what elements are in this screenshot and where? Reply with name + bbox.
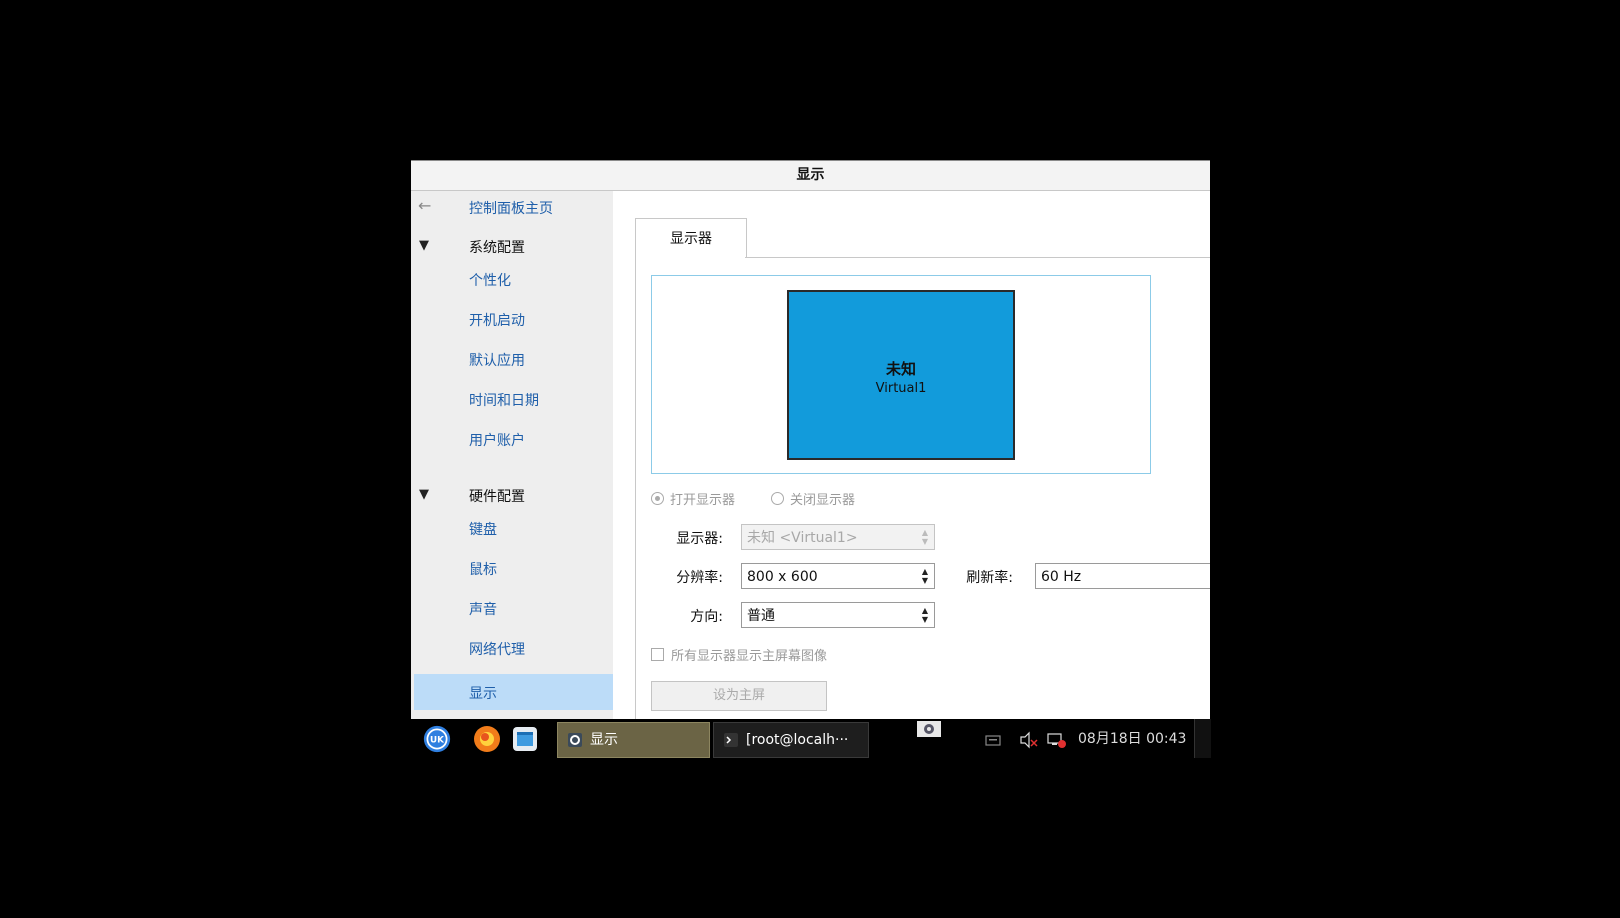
settings-tray-icon[interactable]: [917, 721, 941, 737]
window-title: 显示: [411, 161, 1210, 191]
radio-checked-icon: [651, 492, 664, 505]
sidebar: ← 控制面板主页 ▼ 系统配置 个性化 开机启动 默认应用 时间和日期 用户账户…: [411, 191, 613, 720]
monitor-block[interactable]: 未知 Virtual1: [787, 290, 1015, 460]
collapse-triangle-icon[interactable]: ▼: [419, 487, 429, 502]
task-terminal-label: [root@localh···: [746, 732, 849, 748]
refresh-rate-value: 60 Hz: [1041, 569, 1082, 585]
volume-muted-icon[interactable]: [1019, 731, 1039, 749]
sidebar-item-startup[interactable]: 开机启动: [469, 310, 525, 330]
terminal-icon: [724, 733, 738, 747]
refresh-rate-select[interactable]: 60 Hz: [1035, 563, 1210, 589]
tab-divider: [745, 257, 1210, 258]
sidebar-item-keyboard[interactable]: 键盘: [469, 519, 497, 539]
radio-monitor-on[interactable]: 打开显示器: [651, 489, 735, 508]
sidebar-category-hardware[interactable]: 硬件配置: [469, 486, 525, 506]
display-label: 显示器:: [676, 531, 723, 547]
network-disconnected-icon[interactable]: [1047, 731, 1067, 749]
display-select[interactable]: 未知 <Virtual1> ▲ ▼: [741, 524, 935, 550]
orientation-label: 方向:: [690, 609, 723, 625]
monitor-id: Virtual1: [875, 381, 927, 396]
file-manager-icon[interactable]: [511, 725, 539, 753]
show-desktop-button[interactable]: [1194, 719, 1211, 758]
spinner-arrows-icon: ▲ ▼: [921, 606, 928, 624]
monitor-name: 未知: [885, 360, 916, 378]
sidebar-item-mouse[interactable]: 鼠标: [469, 559, 497, 579]
radio-unchecked-icon: [771, 492, 784, 505]
settings-icon: [568, 733, 582, 747]
set-primary-button[interactable]: 设为主屏: [651, 681, 827, 711]
mirror-checkbox[interactable]: 所有显示器显示主屏幕图像: [651, 645, 827, 664]
mirror-checkbox-label: 所有显示器显示主屏幕图像: [671, 649, 828, 664]
refresh-rate-label: 刷新率:: [966, 570, 1013, 586]
display-settings-window: 显示 ← 控制面板主页 ▼ 系统配置 个性化 开机启动 默认应用 时间和日期 用…: [411, 160, 1210, 720]
svg-text:UK: UK: [430, 736, 445, 746]
start-menu-icon[interactable]: UK: [423, 725, 451, 753]
sidebar-item-default-apps[interactable]: 默认应用: [469, 350, 525, 370]
content-area: 显示器 未知 Virtual1 打开显示器 关闭显示器 显示器: 未知 <Vir…: [613, 191, 1210, 720]
sidebar-item-display[interactable]: 显示: [469, 683, 497, 703]
monitor-preview: 未知 Virtual1: [651, 275, 1151, 474]
sidebar-item-user-accounts[interactable]: 用户账户: [469, 430, 525, 450]
firefox-icon[interactable]: [473, 725, 501, 753]
radio-off-label: 关闭显示器: [790, 493, 856, 508]
sidebar-item-display-selected[interactable]: [414, 674, 613, 710]
task-terminal[interactable]: [root@localh···: [713, 722, 869, 758]
tab-monitor[interactable]: 显示器: [635, 218, 747, 258]
spinner-arrows-icon: ▲ ▼: [921, 528, 928, 546]
orientation-select[interactable]: 普通 ▲ ▼: [741, 602, 935, 628]
resolution-select[interactable]: 800 x 600 ▲ ▼: [741, 563, 935, 589]
sidebar-item-date-time[interactable]: 时间和日期: [469, 390, 539, 410]
sidebar-home-link[interactable]: 控制面板主页: [469, 198, 553, 218]
resolution-label: 分辨率:: [676, 570, 723, 586]
resolution-select-value: 800 x 600: [747, 569, 818, 585]
taskbar: UK 显示 [root@localh··· 08月18日 00:43: [411, 719, 1211, 760]
radio-monitor-off[interactable]: 关闭显示器: [771, 489, 855, 508]
radio-on-label: 打开显示器: [670, 493, 736, 508]
back-arrow-icon[interactable]: ←: [418, 196, 431, 215]
clock[interactable]: 08月18日 00:43: [1078, 719, 1186, 760]
sidebar-item-personalization[interactable]: 个性化: [469, 270, 511, 290]
sidebar-category-system[interactable]: 系统配置: [469, 237, 525, 257]
task-display-settings[interactable]: 显示: [557, 722, 710, 758]
keyboard-tray-icon[interactable]: [985, 733, 1001, 747]
spinner-arrows-icon: ▲ ▼: [921, 567, 928, 585]
sidebar-item-network-proxy[interactable]: 网络代理: [469, 639, 525, 659]
orientation-select-value: 普通: [747, 608, 775, 624]
collapse-triangle-icon[interactable]: ▼: [419, 238, 429, 253]
task-display-label: 显示: [590, 732, 618, 748]
tab-panel-border: [635, 257, 636, 720]
checkbox-unchecked-icon: [651, 648, 664, 661]
display-select-value: 未知 <Virtual1>: [747, 530, 858, 546]
sidebar-item-sound[interactable]: 声音: [469, 599, 497, 619]
